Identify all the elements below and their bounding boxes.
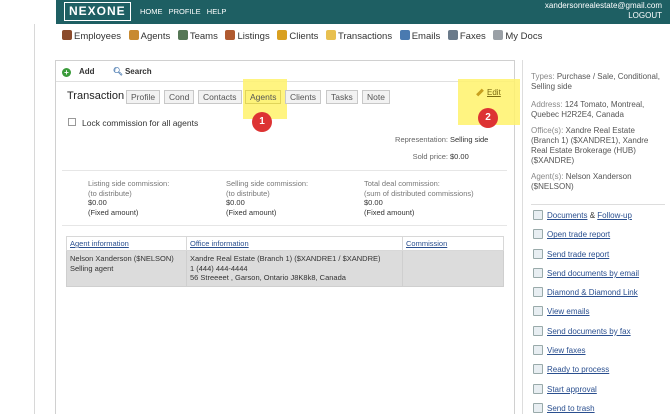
action-open-trade-report[interactable]: Open trade report (533, 229, 667, 248)
report-icon (533, 229, 543, 240)
tab-contacts[interactable]: Contacts (198, 90, 242, 104)
top-nav-profile[interactable]: PROFILE (169, 7, 201, 16)
view-faxes-icon (533, 345, 543, 356)
teams-icon (177, 30, 188, 40)
search-button[interactable]: 🔍︎ Search (113, 67, 160, 76)
nexone-logo[interactable]: NEXONE (64, 2, 131, 21)
view-emails-icon (533, 306, 543, 317)
tab-cond[interactable]: Cond (164, 90, 195, 104)
user-area: xandersonrealestate@gmail.com LOGOUT (545, 1, 662, 21)
envelope-icon (399, 30, 410, 40)
right-sidebar: Types: Purchase / Sale, Conditional, Sel… (522, 60, 670, 414)
pencil-icon (476, 88, 484, 97)
total-commission: Total deal commission: (sum of distribut… (364, 179, 474, 217)
docs-icon (493, 30, 504, 40)
representation-label: Representation: (395, 135, 448, 144)
follow-up-link[interactable]: Follow-up (597, 211, 632, 220)
magnifier-icon: 🔍︎ (112, 67, 123, 76)
approval-icon (533, 383, 543, 394)
folder-icon (326, 30, 337, 40)
logout-link[interactable]: LOGOUT (545, 11, 662, 21)
main-nav: Employees Agents Teams Listings Clients … (62, 30, 547, 42)
client-icon (277, 30, 288, 40)
action-send-trade-report[interactable]: Send trade report (533, 248, 667, 268)
nav-emails[interactable]: Emails (399, 30, 440, 42)
edit-link[interactable]: Edit (476, 88, 501, 97)
nav-agents[interactable]: Agents (128, 30, 170, 42)
col-commission[interactable]: Commission (402, 236, 504, 251)
nav-teams[interactable]: Teams (177, 30, 218, 42)
send-report-icon (533, 248, 543, 259)
trash-icon (533, 402, 543, 413)
step-badge-2: 2 (478, 108, 498, 128)
sidebar-divider (531, 204, 665, 205)
add-button[interactable]: + Add (62, 67, 103, 77)
top-nav-help[interactable]: HELP (207, 7, 227, 16)
agents-icon (128, 30, 139, 40)
sold-price-label: Sold price: (412, 152, 448, 161)
info-types: Types: Purchase / Sale, Conditional, Sel… (531, 72, 660, 91)
action-send-to-trash[interactable]: Send to trash (533, 402, 667, 414)
document-icon (533, 210, 543, 220)
info-address: Address: 124 Tomato, Montreal, Quebec H2… (531, 100, 645, 119)
agents-table: Agent information Office information Com… (66, 236, 504, 287)
plus-icon: + (62, 68, 71, 77)
info-offices: Office(s): Xandre Real Estate (Branch 1)… (531, 126, 649, 165)
tab-agents[interactable]: Agents (245, 90, 282, 104)
link-icon (533, 287, 543, 298)
action-view-faxes[interactable]: View faxes (533, 345, 667, 364)
office-cell: Xandre Real Estate (Branch 1) ($XANDRE1 … (186, 250, 403, 287)
tab-transaction[interactable]: Transaction (67, 90, 124, 102)
selling-commission: Selling side commission: (to distribute)… (226, 179, 309, 217)
col-agent-information[interactable]: Agent information (66, 236, 187, 251)
nav-my-docs[interactable]: My Docs (493, 30, 542, 42)
top-nav: HOME PROFILE HELP (140, 7, 230, 16)
tab-note[interactable]: Note (362, 90, 390, 104)
nav-faxes[interactable]: Faxes (447, 30, 486, 42)
tab-clients[interactable]: Clients (285, 90, 321, 104)
action-send-documents-email[interactable]: Send documents by email (533, 267, 667, 287)
top-nav-home[interactable]: HOME (140, 7, 163, 16)
documents-link[interactable]: Documents (547, 211, 587, 220)
fax-docs-icon (533, 325, 543, 336)
representation-value: Selling side (450, 135, 489, 144)
action-list: Documents & Follow-up Open trade report … (533, 210, 667, 414)
agent-cell: Nelson Xanderson ($NELSON) Selling agent (66, 250, 187, 287)
top-bar: NEXONE HOME PROFILE HELP xandersonreales… (56, 0, 670, 24)
step-badge-1: 1 (252, 112, 272, 132)
action-diamond-link[interactable]: Diamond & Diamond Link (533, 287, 667, 306)
commission-summary: Listing side commission: (to distribute)… (62, 170, 507, 226)
house-icon (225, 30, 236, 40)
col-office-information[interactable]: Office information (186, 236, 403, 251)
left-divider (34, 24, 35, 414)
action-view-emails[interactable]: View emails (533, 306, 667, 325)
sold-price-value: $0.00 (450, 152, 469, 161)
commission-cell (402, 250, 504, 287)
lock-commission-label: Lock commission for all agents (82, 118, 199, 128)
action-start-approval[interactable]: Start approval (533, 383, 667, 403)
user-email: xandersonrealestate@gmail.com (544, 1, 662, 10)
email-docs-icon (533, 267, 543, 278)
action-ready-to-process[interactable]: Ready to process (533, 364, 667, 383)
fax-icon (447, 30, 458, 40)
action-documents: Documents & Follow-up (533, 210, 667, 229)
tab-tasks[interactable]: Tasks (326, 90, 358, 104)
agents-table-header: Agent information Office information Com… (66, 236, 504, 251)
listing-commission: Listing side commission: (to distribute)… (88, 179, 170, 217)
nav-transactions[interactable]: Transactions (326, 30, 392, 42)
nav-employees[interactable]: Employees (62, 30, 121, 42)
people-icon (62, 30, 72, 40)
nav-clients[interactable]: Clients (277, 30, 318, 42)
tab-profile[interactable]: Profile (126, 90, 161, 104)
panel-toolbar: + Add 🔍︎ Search (62, 67, 168, 77)
process-icon (533, 364, 543, 375)
lock-commission-checkbox[interactable] (68, 118, 76, 126)
table-row[interactable]: Nelson Xanderson ($NELSON) Selling agent… (66, 250, 504, 287)
action-send-documents-fax[interactable]: Send documents by fax (533, 325, 667, 345)
nav-listings[interactable]: Listings (225, 30, 270, 42)
info-agents: Agent(s): Nelson Xanderson ($NELSON) (531, 172, 632, 191)
